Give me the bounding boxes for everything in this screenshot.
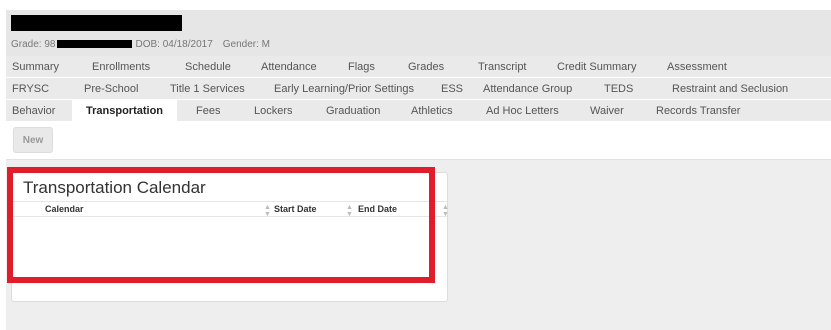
toolbar: New <box>6 122 831 160</box>
tab-behavior[interactable]: Behavior <box>12 105 55 117</box>
tab-ad-hoc-letters[interactable]: Ad Hoc Letters <box>486 105 559 117</box>
tab-grades[interactable]: Grades <box>408 61 444 73</box>
tab-transcript[interactable]: Transcript <box>478 61 527 73</box>
tab-records-transfer[interactable]: Records Transfer <box>656 105 740 117</box>
tab-transportation[interactable]: Transportation <box>72 100 178 122</box>
tab-title-1-services[interactable]: Title 1 Services <box>170 83 245 95</box>
tab-attendance[interactable]: Attendance <box>261 61 317 73</box>
column-end-date[interactable]: End Date <box>358 204 397 214</box>
tab-enrollments[interactable]: Enrollments <box>92 61 150 73</box>
tab-lockers[interactable]: Lockers <box>254 105 293 117</box>
tab-frysc[interactable]: FRYSC <box>12 83 49 95</box>
tab-pre-school[interactable]: Pre-School <box>84 83 138 95</box>
tab-row-1: Summary Enrollments Schedule Attendance … <box>6 56 831 78</box>
sort-start-date-icon[interactable]: ▲ ▼ <box>346 204 353 218</box>
tab-athletics[interactable]: Athletics <box>411 105 453 117</box>
tab-flags[interactable]: Flags <box>348 61 375 73</box>
tab-early-learning[interactable]: Early Learning/Prior Settings <box>274 83 414 95</box>
column-start-date[interactable]: Start Date <box>274 204 317 214</box>
tab-schedule[interactable]: Schedule <box>185 61 231 73</box>
tab-restraint-seclusion[interactable]: Restraint and Seclusion <box>672 83 788 95</box>
tab-row-2: FRYSC Pre-School Title 1 Services Early … <box>6 78 831 100</box>
tab-row-3: Behavior Transportation Fees Lockers Gra… <box>6 100 831 122</box>
transportation-calendar-panel: Transportation Calendar Calendar ▲ ▼ Star… <box>11 172 449 302</box>
tab-summary[interactable]: Summary <box>12 61 59 73</box>
dob-label: DOB: 04/18/2017 <box>135 39 213 50</box>
student-info: Grade: 98 DOB: 04/18/2017 Gender: M <box>11 39 270 50</box>
panel-title: Transportation Calendar <box>23 178 206 197</box>
tab-waiver[interactable]: Waiver <box>590 105 624 117</box>
tab-assessment[interactable]: Assessment <box>667 61 727 73</box>
gender-label: Gender: M <box>222 39 271 50</box>
tab-graduation[interactable]: Graduation <box>326 105 380 117</box>
tab-teds[interactable]: TEDS <box>604 83 633 95</box>
tab-attendance-group[interactable]: Attendance Group <box>483 83 572 95</box>
student-header: Grade: 98 DOB: 04/18/2017 Gender: M <box>6 10 831 56</box>
sort-calendar-icon[interactable]: ▲ ▼ <box>264 204 271 218</box>
redacted-student-id <box>57 40 133 49</box>
column-calendar[interactable]: Calendar <box>45 204 84 214</box>
redacted-student-name <box>11 15 182 31</box>
tab-fees[interactable]: Fees <box>196 105 220 117</box>
table-header: Calendar ▲ ▼ Start Date ▲ ▼ End Date ▲ ▼ <box>12 201 449 218</box>
grade-label: Grade: 98 <box>11 39 56 50</box>
tab-credit-summary[interactable]: Credit Summary <box>557 61 636 73</box>
tab-ess[interactable]: ESS <box>441 83 463 95</box>
new-button[interactable]: New <box>13 127 53 153</box>
sort-end-date-icon[interactable]: ▲ ▼ <box>442 204 449 218</box>
